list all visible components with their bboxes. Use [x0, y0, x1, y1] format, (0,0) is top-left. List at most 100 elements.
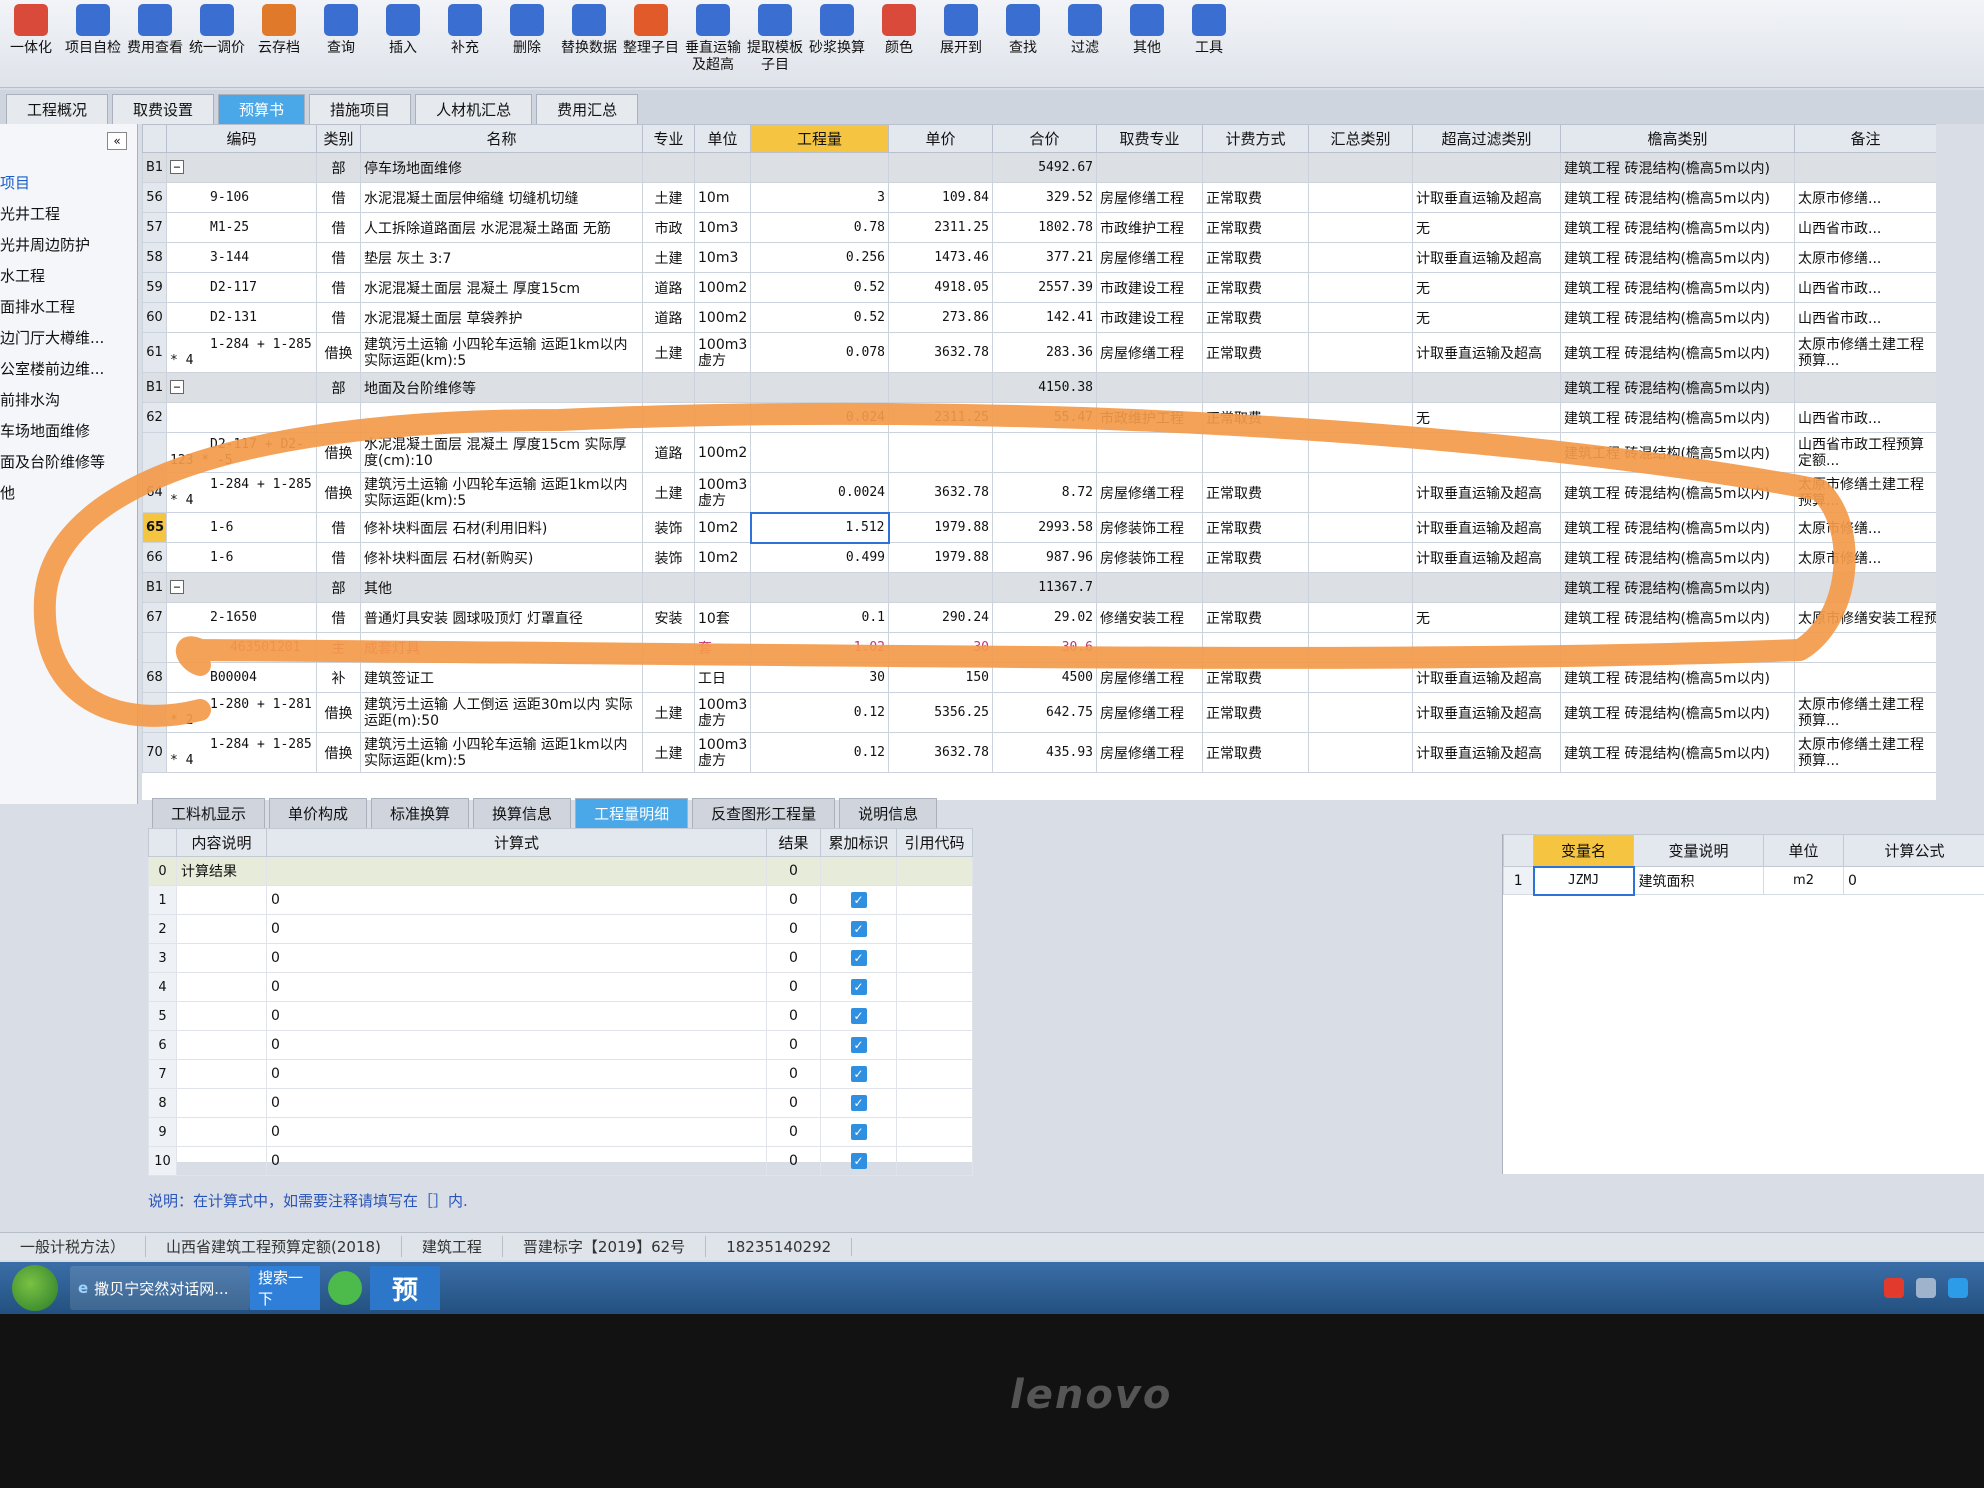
tree-item[interactable]: 前排水沟 — [0, 385, 138, 416]
network-icon[interactable] — [1916, 1278, 1936, 1298]
vars-column-header[interactable]: 单位 — [1763, 834, 1844, 867]
calc-accumulate[interactable] — [820, 856, 897, 886]
calc-ref-code[interactable] — [896, 1088, 973, 1118]
calc-ref-code[interactable] — [896, 972, 973, 1002]
calc-ref-code[interactable] — [896, 914, 973, 944]
bottom-tab-2[interactable]: 标准换算 — [371, 798, 470, 828]
bottom-tab-4[interactable]: 工程量明细 — [575, 798, 689, 828]
column-header[interactable]: 檐高类别 — [1560, 124, 1795, 153]
cell-qty[interactable] — [750, 432, 889, 473]
tab-1[interactable]: 取费设置 — [112, 94, 215, 124]
column-header[interactable]: 汇总类别 — [1308, 124, 1413, 153]
section-row[interactable]: B1− 部 停车场地面维修 5492.67 建筑工程 砖混结构(檐高5m以内) — [142, 152, 1936, 183]
bottom-tab-3[interactable]: 换算信息 — [473, 798, 572, 828]
tree-item[interactable]: 公室楼前边维... — [0, 354, 138, 385]
column-header[interactable]: 专业 — [642, 124, 695, 153]
start-orb-icon[interactable] — [12, 1265, 58, 1311]
calc-row[interactable]: 2 0 0 ✓ — [148, 914, 973, 944]
cell-qty[interactable]: 0.1 — [750, 602, 889, 633]
calc-formula[interactable]: 0 — [266, 1088, 767, 1118]
calc-desc[interactable] — [176, 943, 267, 973]
calc-accumulate[interactable]: ✓ — [820, 1146, 897, 1176]
table-row[interactable]: 463501201 主 成套灯具 套 1.02 30 30.6 — [142, 632, 1936, 663]
cell-qty[interactable]: 0.024 — [750, 402, 889, 433]
collapse-section-icon[interactable]: − — [170, 160, 184, 174]
checkbox-checked-icon[interactable]: ✓ — [850, 950, 867, 966]
tab-3[interactable]: 措施项目 — [309, 94, 412, 124]
section-row[interactable]: B1− 部 地面及台阶维修等 4150.38 建筑工程 砖混结构(檐高5m以内) — [142, 372, 1936, 403]
toolbar-button-other[interactable]: 其他 — [1116, 0, 1178, 84]
calc-formula[interactable]: 0 — [266, 885, 767, 915]
column-header[interactable]: 合价 — [992, 124, 1097, 153]
calc-column-header[interactable]: 内容说明 — [176, 828, 267, 857]
calc-formula[interactable]: 0 — [266, 1030, 767, 1060]
cell-qty[interactable] — [750, 152, 889, 183]
checkbox-checked-icon[interactable]: ✓ — [850, 1066, 867, 1082]
column-header[interactable]: 单价 — [888, 124, 993, 153]
calc-row[interactable]: 8 0 0 ✓ — [148, 1088, 973, 1118]
calc-ref-code[interactable] — [896, 943, 973, 973]
toolbar-button-filter[interactable]: 过滤 — [1054, 0, 1116, 84]
toolbar-button-price-adjust[interactable]: 统一调价 — [186, 0, 248, 84]
toolbar-button-integration[interactable]: 一体化 — [0, 0, 62, 84]
table-row[interactable]: 60 D2-131 借 水泥混凝土面层 草袋养护 道路 100m2 0.52 273.86 14… — [142, 302, 1936, 333]
column-header[interactable]: 类别 — [316, 124, 361, 153]
toolbar-button-cost-view[interactable]: 费用查看 — [124, 0, 186, 84]
calc-column-header[interactable]: 累加标识 — [820, 828, 897, 857]
tree-item[interactable]: 光井周边防护 — [0, 230, 138, 261]
calc-desc[interactable] — [176, 972, 267, 1002]
table-row[interactable]: 64 1-284 + 1-285 * 4 借换 建筑污土运输 小四轮车运输 运距1km… — [142, 472, 1936, 513]
calc-desc[interactable] — [176, 1088, 267, 1118]
table-row[interactable]: 58 3-144 借 垫层 灰土 3:7 土建 10m3 0.256 1473.46 377.2… — [142, 242, 1936, 273]
checkbox-checked-icon[interactable]: ✓ — [850, 1008, 867, 1024]
collapse-tree-button[interactable]: « — [107, 132, 127, 150]
vars-name[interactable]: JZMJ — [1532, 865, 1635, 896]
calc-accumulate[interactable]: ✓ — [820, 972, 897, 1002]
cell-qty[interactable]: 3 — [750, 182, 889, 213]
table-row[interactable]: 59 D2-117 借 水泥混凝土面层 混凝土 厚度15cm 道路 100m2 0.52 49… — [142, 272, 1936, 303]
table-row[interactable]: 1-280 + 1-281 * 2 借换 建筑污土运输 人工倒运 运距30m以内 实… — [142, 692, 1936, 733]
tab-4[interactable]: 人材机汇总 — [415, 94, 533, 124]
tab-2[interactable]: 预算书 — [218, 94, 306, 124]
cell-qty[interactable]: 1.02 — [750, 632, 889, 663]
toolbar-button-find[interactable]: 查找 — [992, 0, 1054, 84]
vars-column-header[interactable]: 计算公式 — [1843, 834, 1984, 867]
calc-column-header[interactable]: 计算式 — [266, 828, 767, 857]
calc-ref-code[interactable] — [896, 1030, 973, 1060]
calc-formula[interactable]: 0 — [266, 1059, 767, 1089]
calc-column-header[interactable]: 结果 — [766, 828, 821, 857]
toolbar-button-template[interactable]: 提取模板 子目 — [744, 0, 806, 84]
calc-desc[interactable]: 计算结果 — [176, 856, 267, 886]
calc-formula[interactable]: 0 — [266, 1117, 767, 1147]
taskbar-search[interactable]: 搜索一下 — [250, 1266, 320, 1310]
cell-qty[interactable]: 0.78 — [750, 212, 889, 243]
toolbar-button-organize[interactable]: 整理子目 — [620, 0, 682, 84]
calc-accumulate[interactable]: ✓ — [820, 1030, 897, 1060]
calc-ref-code[interactable] — [896, 856, 973, 886]
table-row[interactable]: 56 9-106 借 水泥混凝土面层伸缩缝 切缝机切缝 土建 10m 3 109.84 329.… — [142, 182, 1936, 213]
cell-qty[interactable]: 0.256 — [750, 242, 889, 273]
toolbar-button-mortar[interactable]: 砂浆换算 — [806, 0, 868, 84]
vars-formula[interactable]: 0 — [1843, 866, 1984, 895]
cell-qty[interactable]: 0.078 — [750, 332, 889, 373]
toolbar-button-supplement[interactable]: 补充 — [434, 0, 496, 84]
cell-qty[interactable]: 0.12 — [750, 692, 889, 733]
calc-row[interactable]: 6 0 0 ✓ — [148, 1030, 973, 1060]
cell-qty[interactable]: 0.52 — [750, 272, 889, 303]
cell-qty[interactable]: 0.0024 — [750, 472, 889, 513]
table-row[interactable]: 62 0.024 2311.25 55.47 市政维护工程 正常取费 无 建筑工程 砖混结构(… — [142, 402, 1936, 433]
cell-qty[interactable]: 0.52 — [750, 302, 889, 333]
calc-column-header[interactable]: 引用代码 — [896, 828, 973, 857]
cell-qty[interactable] — [750, 372, 889, 403]
checkbox-checked-icon[interactable]: ✓ — [850, 892, 867, 908]
calc-ref-code[interactable] — [896, 1001, 973, 1031]
calc-row[interactable]: 7 0 0 ✓ — [148, 1059, 973, 1089]
toolbar-button-expand[interactable]: 展开到 — [930, 0, 992, 84]
calc-formula[interactable]: 0 — [266, 1146, 767, 1176]
column-header[interactable]: 编码 — [166, 124, 317, 153]
column-header[interactable]: 名称 — [360, 124, 643, 153]
taskbar-browser[interactable]: e 撒贝宁突然对话网... — [70, 1266, 250, 1310]
calc-desc[interactable] — [176, 1146, 267, 1176]
toolbar-button-tools[interactable]: 工具 — [1178, 0, 1240, 84]
toolbar-button-cloud-save[interactable]: 云存档 — [248, 0, 310, 84]
